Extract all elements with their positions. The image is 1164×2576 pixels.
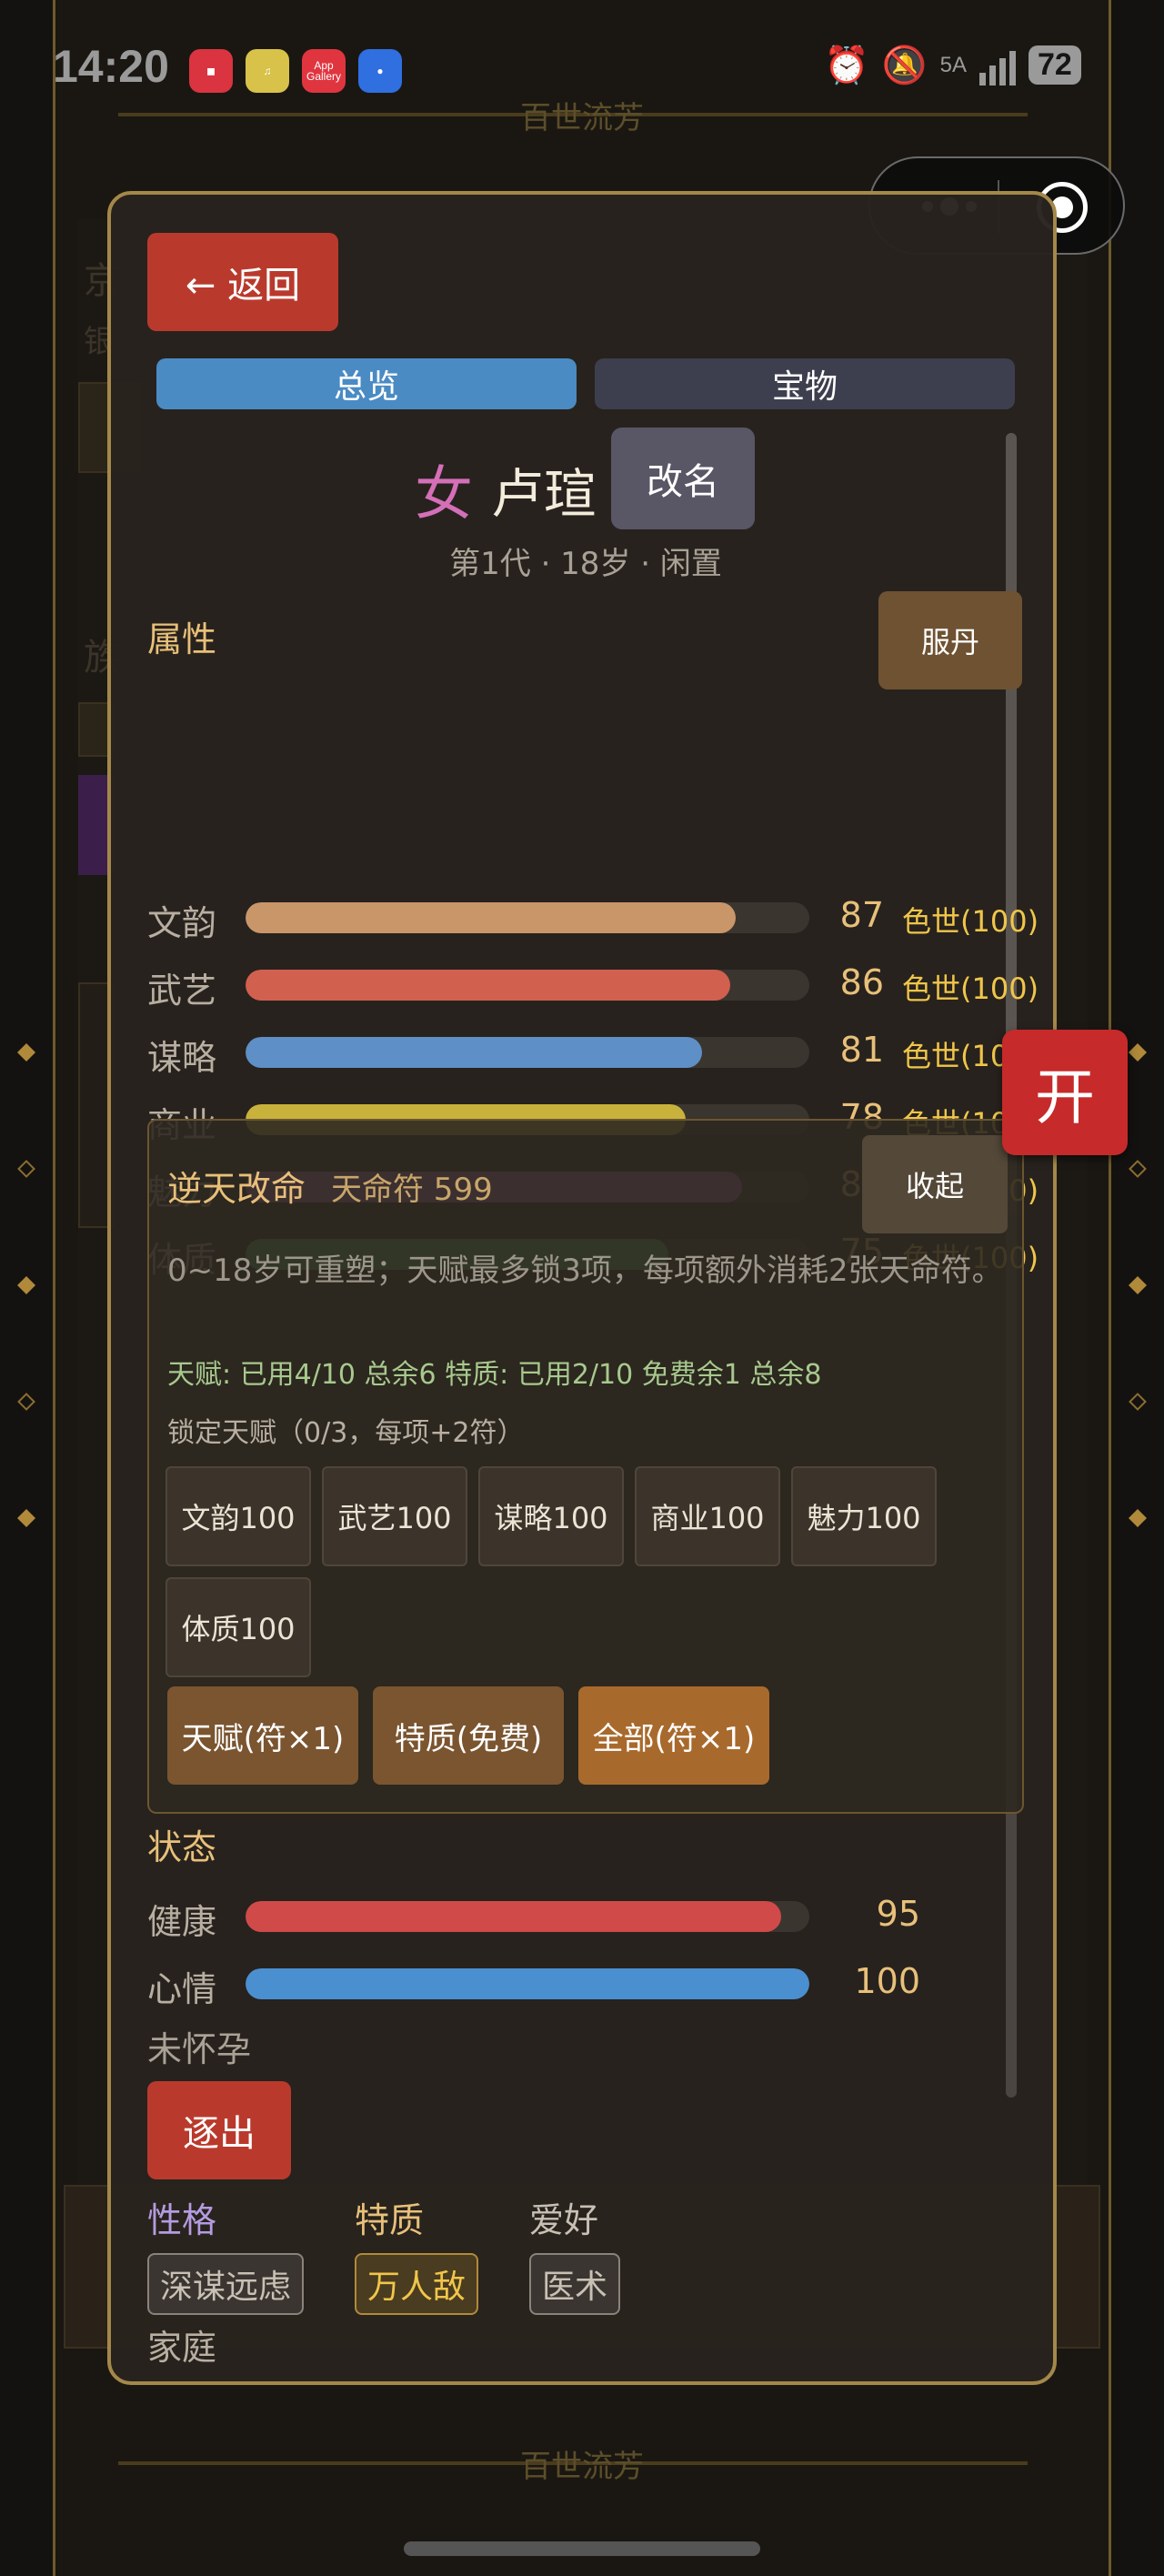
app-gallery-icon: App Gallery [302,49,346,93]
status-bar-fill [246,1968,809,1999]
talent-lock-button[interactable]: 体质100 [166,1577,311,1677]
pregnancy-status: 未怀孕 [147,2029,252,2069]
tab-overview[interactable]: 总览 [156,358,577,409]
decor-diamond [17,1393,35,1411]
status-value: 95 [876,1894,920,1934]
home-indicator[interactable] [404,2541,760,2556]
status-label: 健康 [147,1902,217,1942]
talent-lock-button[interactable]: 文韵100 [166,1466,311,1566]
decor-diamond [1129,1393,1147,1411]
take-pill-button[interactable]: 服丹 [878,591,1022,689]
attribute-bar-track [246,902,809,933]
status-row: 健康 95 [147,1887,1039,1942]
rename-button[interactable]: 改名 [611,428,755,529]
decor-diamond [1129,1509,1147,1527]
tab-bar: 总览 宝物 [156,358,1015,409]
talent-lock-button[interactable]: 魅力100 [791,1466,937,1566]
decor-diamond [17,1043,35,1062]
back-button[interactable]: ← 返回 [147,233,338,331]
reforge-feature-button[interactable]: 特质(免费) [373,1686,564,1785]
decor-diamond [1129,1276,1147,1294]
attribute-cap: 色世(100) [902,904,1039,939]
status-bar-track [246,1968,809,1999]
hobby-tag: 医术 [529,2253,621,2315]
decor-diamond [1129,1160,1147,1178]
reforge-talent-button[interactable]: 天赋(符×1) [167,1686,358,1785]
status-bar-track [246,1901,809,1932]
attributes-title: 属性 [147,619,217,659]
attribute-value: 81 [839,1030,884,1070]
attribute-bar-fill [246,1037,703,1068]
attribute-label: 文韵 [147,903,217,943]
attribute-label: 武艺 [147,971,217,1011]
reforge-panel: 逆天改命 天命符 599 收起 0~18岁可重塑；天赋最多锁3项，每项额外消耗2… [147,1119,1024,1814]
feature-tag: 万人敌 [355,2253,479,2315]
status-title: 状态 [147,1827,217,1867]
decor-diamond [1129,1043,1147,1062]
gender-label: 女 [415,461,473,528]
attribute-row: 谋略 81 色世(100) [147,1022,1039,1078]
personality-title: 性格 [147,2200,217,2240]
decor-diamond [17,1509,35,1527]
attribute-bar-fill [246,970,731,1001]
attribute-bar-track [246,1037,809,1068]
tab-treasure[interactable]: 宝物 [595,358,1015,409]
status-label: 心情 [147,1969,217,2009]
character-name-row: 女 卢瑄 改名 [111,428,1053,533]
status-row: 心情 100 [147,1954,1039,2009]
family-section-title: 家庭 [147,2328,217,2368]
signal-icon [978,45,1016,86]
battery-indicator: 72 [1028,45,1081,85]
collapse-button[interactable]: 收起 [862,1135,1008,1233]
hobby-column: 爱好 医术 [529,2192,621,2315]
attribute-cap: 色世(100) [902,971,1039,1006]
music-app-icon: ♫ [246,49,289,93]
personality-column: 性格 深谋远虑 [147,2192,305,2315]
decor-diamond [17,1160,35,1178]
book-app-icon: ◼ [189,49,233,93]
attribute-value: 86 [839,962,884,1002]
attribute-row: 武艺 86 色世(100) [147,955,1039,1011]
hobby-title: 爱好 [529,2200,599,2240]
feature-column: 特质 万人敌 [355,2192,479,2315]
mute-icon: 🔕 [881,45,928,86]
attribute-bar-fill [246,902,737,933]
open-floating-button[interactable]: 开 [1002,1030,1128,1155]
character-detail-modal: ← 返回 总览 宝物 女 卢瑄 改名 第1代 · 18岁 · 闲置 属性 服丹 … [107,191,1057,2385]
message-app-icon: ● [358,49,402,93]
reforge-all-button[interactable]: 全部(符×1) [578,1686,769,1785]
bottom-scroll-title: 百世流芳 [520,2449,644,2485]
character-name: 卢瑄 [491,463,597,525]
attribute-value: 87 [839,895,884,935]
reforge-description: 0~18岁可重塑；天赋最多锁3项，每项额外消耗2张天命符。 [167,1253,1003,1289]
expel-button[interactable]: 逐出 [147,2081,291,2179]
decor-diamond [17,1276,35,1294]
status-bar-fill [246,1901,781,1932]
attribute-bar-track [246,970,809,1001]
system-status-icons: ⏰ 🔕 5A 72 [824,44,1081,86]
alarm-icon: ⏰ [824,45,869,86]
attribute-label: 谋略 [147,1038,217,1078]
reforge-title: 逆天改命 [167,1169,306,1209]
talent-lock-button[interactable]: 谋略100 [478,1466,624,1566]
attribute-row: 文韵 87 色世(100) [147,888,1039,943]
personality-tag: 深谋远虑 [147,2253,305,2315]
status-bar: 14:20 ◼ ♫ App Gallery ● ⏰ 🔕 5A 72 [0,0,1164,146]
talent-lock-button[interactable]: 商业100 [635,1466,780,1566]
lock-talent-label: 锁定天赋（0/3，每项+2符） [167,1417,525,1449]
clock: 14:20 [53,41,169,92]
notification-app-icons: ◼ ♫ App Gallery ● [189,49,402,93]
feature-title: 特质 [355,2200,425,2240]
status-value: 100 [854,1961,920,2001]
destiny-coin-count: 天命符 599 [331,1172,493,1208]
reforge-usage: 天赋: 已用4/10 总余6 特质: 已用2/10 免费余1 总余8 [167,1359,822,1391]
talent-lock-button[interactable]: 武艺100 [322,1466,467,1566]
network-label: 5A [939,52,967,77]
character-subline: 第1代 · 18岁 · 闲置 [449,546,722,582]
